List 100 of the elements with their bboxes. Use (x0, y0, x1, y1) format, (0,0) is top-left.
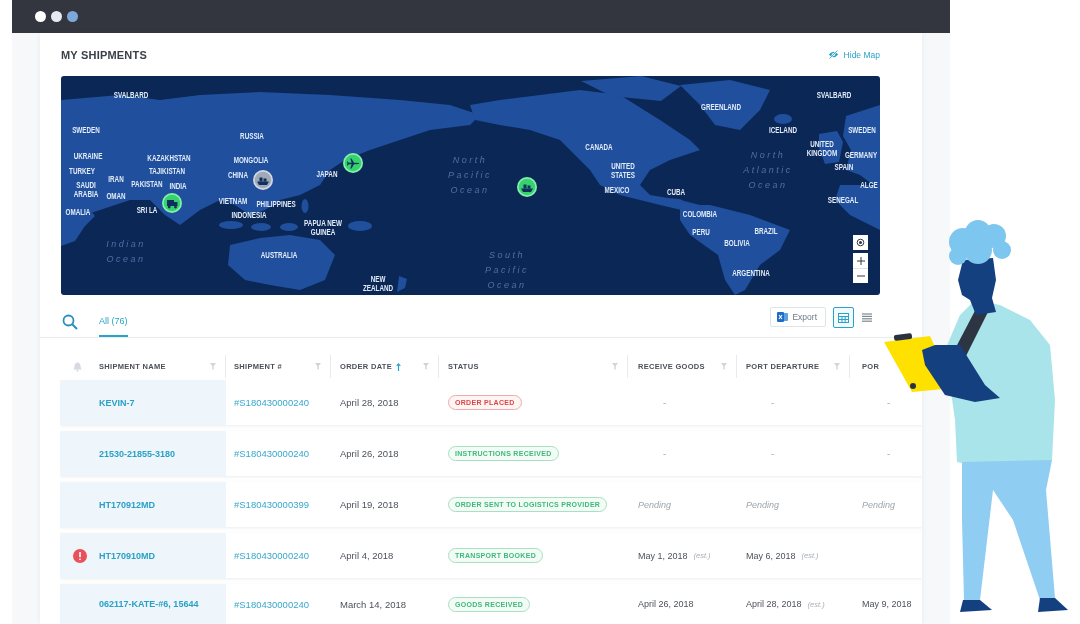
shipment-name-link[interactable]: 21530-21855-3180 (99, 448, 176, 459)
filter-icon[interactable] (210, 363, 216, 370)
island (280, 223, 298, 231)
pending-text: Pending (862, 499, 896, 510)
shipment-name-link[interactable]: HT170912MD (99, 499, 156, 510)
country-label: CUBA (666, 188, 686, 198)
search-button[interactable] (62, 314, 78, 330)
table-view-button[interactable] (833, 307, 854, 328)
empty-value: - (771, 448, 775, 459)
filter-icon[interactable] (721, 363, 727, 370)
pending-text: Pending (638, 499, 672, 510)
plane-marker-icon[interactable] (343, 153, 363, 173)
ocean-label: Indian Ocean (106, 238, 146, 266)
country-label: SPAIN (834, 163, 854, 173)
country-label: SWEDEN (848, 126, 876, 136)
minus-icon (856, 275, 865, 277)
milestone-date: May 1, 2018 (638, 550, 688, 561)
filter-icon[interactable] (612, 363, 618, 370)
country-label: OMALIA (65, 208, 91, 218)
list-icon (861, 313, 872, 322)
milestone-date: May 6, 2018 (746, 550, 796, 561)
empty-value: - (663, 397, 667, 408)
filter-icon[interactable] (315, 363, 321, 370)
milestone-date: April 26, 2018 (638, 599, 694, 609)
order-date: March 14, 2018 (340, 598, 406, 610)
ocean-label: South Pacific Ocean (485, 248, 529, 292)
country-label: COLOMBIA (682, 210, 718, 220)
country-label: MONGOLIA (233, 156, 269, 166)
country-label: RUSSIA (240, 132, 264, 142)
milestone-date: April 28, 2018 (746, 599, 802, 609)
country-label: CHINA (228, 171, 248, 181)
shipment-number-link[interactable]: #S180430000399 (234, 499, 310, 510)
country-label: SVALBARD (816, 91, 852, 101)
country-label: UKRAINE (73, 152, 103, 162)
country-label: INDONESIA (231, 211, 267, 221)
island (251, 223, 271, 231)
country-label: SRI LA (136, 206, 158, 216)
search-icon (62, 314, 78, 330)
shipment-number-link[interactable]: #S180430000240 (234, 397, 310, 408)
country-label: VIETNAM (218, 197, 248, 207)
country-label: NEW ZEALAND (362, 274, 394, 294)
island (774, 114, 792, 124)
country-label: MEXICO (604, 186, 630, 196)
country-label: TURKEY (69, 167, 95, 177)
shipment-name-link[interactable]: HT170910MD (99, 550, 156, 561)
country-label: AUSTRALIA (260, 251, 298, 261)
sort-arrow-icon (396, 362, 402, 371)
ship-marker-icon[interactable] (253, 170, 273, 190)
country-label: ARGENTINA (732, 269, 770, 279)
country-label: SVALBARD (113, 91, 149, 101)
country-label: GERMANY (844, 151, 878, 161)
ship-marker-icon[interactable] (517, 177, 537, 197)
bell-icon (73, 361, 82, 372)
eye-slash-icon (827, 50, 839, 59)
pending-text: Pending (746, 499, 780, 510)
shipment-name-link[interactable]: KEVIN-7 (99, 397, 135, 408)
island (348, 221, 372, 231)
country-label: PAKISTAN (131, 180, 163, 190)
country-label: TAJIKISTAN (148, 167, 186, 177)
country-label: SENEGAL (827, 196, 859, 206)
shipment-number-link[interactable]: #S180430000240 (234, 448, 310, 459)
country-label: CANADA (585, 143, 613, 153)
spreadsheet-icon (777, 312, 789, 322)
country-label: GREENLAND (701, 103, 741, 113)
country-label: UNITED KINGDOM (806, 139, 838, 159)
filter-icon[interactable] (834, 363, 840, 370)
grid-icon (838, 312, 849, 323)
country-label: PERU (692, 228, 710, 238)
filter-icon[interactable] (423, 363, 429, 370)
ocean-label: North Pacific Ocean (448, 153, 492, 197)
zoom-out-button[interactable] (853, 268, 868, 283)
empty-value: - (663, 448, 667, 459)
empty-value: - (887, 397, 891, 408)
shipment-name-link[interactable]: 062117-KATE-#6, 15644 (99, 599, 199, 609)
country-label: ICELAND (769, 126, 797, 136)
page-title: MY SHIPMENTS (61, 48, 147, 61)
truck-marker-icon[interactable] (162, 193, 182, 213)
hide-map-link[interactable]: Hide Map (827, 49, 880, 60)
island (219, 221, 243, 229)
filter-tab[interactable]: All (76) (99, 316, 128, 337)
window-dot-icon (35, 11, 46, 22)
country-label: KAZAKHSTAN (147, 154, 191, 164)
country-label: PHILIPPINES (256, 200, 296, 210)
country-label: OMAN (106, 192, 126, 202)
export-button[interactable]: Export (770, 307, 826, 327)
shipment-number-link[interactable]: #S180430000240 (234, 598, 310, 610)
empty-value: - (887, 448, 891, 459)
order-date: April 26, 2018 (340, 448, 399, 459)
country-label: INDIA (169, 182, 187, 192)
country-label: SAUDI ARABIA (73, 180, 99, 200)
window-dot-icon (67, 11, 78, 22)
order-date: April 28, 2018 (340, 397, 399, 408)
island (301, 199, 309, 213)
locate-button[interactable] (853, 235, 868, 250)
target-icon (856, 238, 865, 247)
country-label: IRAN (108, 175, 124, 185)
country-label: JAPAN (316, 170, 338, 180)
shipment-number-link[interactable]: #S180430000240 (234, 550, 310, 561)
window-dot-icon (51, 11, 62, 22)
order-date: April 19, 2018 (340, 499, 399, 510)
